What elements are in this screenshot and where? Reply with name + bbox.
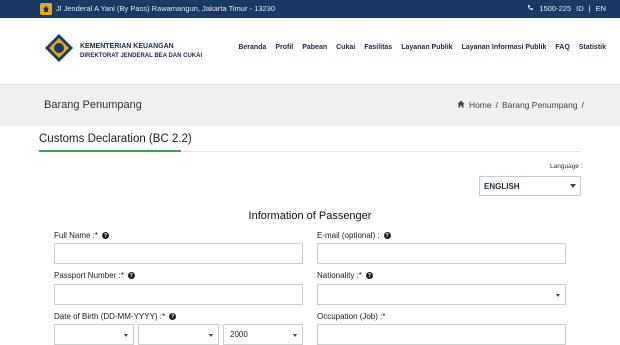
nav-item-beranda[interactable]: Beranda (238, 44, 266, 51)
breadcrumb-current: Barang Penumpang (502, 100, 578, 110)
help-icon[interactable]: ? (383, 232, 391, 239)
nav-item-statistik[interactable]: Statistik (579, 44, 606, 51)
passport-label-text: Passport Number :* (54, 271, 124, 280)
main-nav: Beranda Profil Pabean Cukai Fasilitas La… (238, 44, 606, 51)
ministry-emblem-icon[interactable] (44, 33, 74, 63)
top-right-links: 1500-225 ID | EN (527, 4, 606, 13)
phone-icon (527, 4, 534, 13)
lang-en-link[interactable]: EN (596, 4, 606, 13)
section-underline (39, 150, 181, 152)
nav-item-cukai[interactable]: Cukai (336, 44, 355, 51)
breadcrumb-separator: / (495, 100, 498, 110)
language-label: Language : (550, 163, 583, 170)
home-icon[interactable] (40, 3, 52, 15)
occupation-label: Occupation (Job) :* (317, 312, 385, 321)
nav-item-faq[interactable]: FAQ (555, 44, 569, 51)
language-selected-value: ENGLISH (484, 182, 520, 191)
email-input[interactable] (317, 243, 566, 264)
nationality-label-text: Nationality :* (317, 271, 362, 280)
email-label-text: E-mail (optional) : (317, 231, 380, 240)
phone-number[interactable]: 1500-225 (539, 4, 571, 13)
chevron-down-icon (124, 334, 128, 337)
nav-item-profil[interactable]: Profil (275, 44, 293, 51)
nav-item-fasilitas[interactable]: Fasilitas (364, 44, 392, 51)
breadcrumb: Home / Barang Penumpang / (457, 100, 584, 110)
section-heading: Customs Declaration (BC 2.2) (39, 133, 192, 145)
help-icon[interactable]: ? (169, 313, 177, 320)
dob-day-select[interactable] (54, 324, 134, 345)
nationality-label: Nationality :* ? (317, 271, 373, 280)
brand-line-1: KEMENTERIAN KEUANGAN (80, 43, 174, 50)
occupation-label-text: Occupation (Job) :* (317, 312, 386, 321)
top-info-bar: Jl Jenderal A Yani (By Pass) Rawamangun,… (0, 0, 620, 18)
home-icon (457, 100, 465, 110)
breadcrumb-home[interactable]: Home (469, 100, 492, 110)
full-name-label-text: Full Name :* (54, 231, 99, 240)
nationality-select[interactable] (317, 284, 566, 305)
passport-input[interactable] (54, 284, 303, 305)
full-name-label: Full Name :* ? (54, 231, 110, 240)
help-icon[interactable]: ? (365, 272, 373, 279)
occupation-input[interactable] (317, 324, 566, 345)
help-icon[interactable]: ? (127, 272, 135, 279)
dob-year-select[interactable]: 2000 (223, 324, 303, 345)
breadcrumb-separator: / (581, 100, 584, 110)
nav-item-layanan-informasi-publik[interactable]: Layanan Informasi Publik (462, 44, 547, 51)
page-title-band: Barang Penumpang Home / Barang Penumpang… (0, 85, 620, 126)
chevron-down-icon (556, 294, 560, 297)
nav-item-pabean[interactable]: Pabean (302, 44, 327, 51)
form-title: Information of Passenger (248, 210, 372, 222)
dob-label-text: Date of Birth (DD-MM-YYYY) :* (54, 312, 166, 321)
lang-separator: | (588, 4, 591, 13)
dob-label: Date of Birth (DD-MM-YYYY) :* ? (54, 312, 177, 321)
help-icon[interactable]: ? (102, 232, 110, 239)
dob-month-select[interactable] (138, 324, 219, 345)
email-label: E-mail (optional) : ? (317, 231, 391, 240)
full-name-input[interactable] (54, 243, 303, 264)
language-select[interactable]: ENGLISH (479, 176, 581, 196)
address: Jl Jenderal A Yani (By Pass) Rawamangun,… (56, 4, 275, 13)
page-title: Barang Penumpang (44, 99, 142, 111)
dob-year-value: 2000 (230, 330, 248, 339)
site-header: KEMENTERIAN KEUANGAN DIREKTORAT JENDERAL… (0, 18, 620, 85)
chevron-down-icon (293, 334, 297, 337)
nav-item-layanan-publik[interactable]: Layanan Publik (401, 44, 452, 51)
chevron-down-icon (209, 334, 213, 337)
passport-label: Passport Number :* ? (54, 271, 135, 280)
address-text: Jl Jenderal A Yani (By Pass) Rawamangun,… (56, 4, 275, 13)
chevron-down-icon (570, 184, 576, 188)
lang-id-link[interactable]: ID (576, 4, 584, 13)
brand-line-2: DIREKTORAT JENDERAL BEA DAN CUKAI (80, 53, 203, 59)
